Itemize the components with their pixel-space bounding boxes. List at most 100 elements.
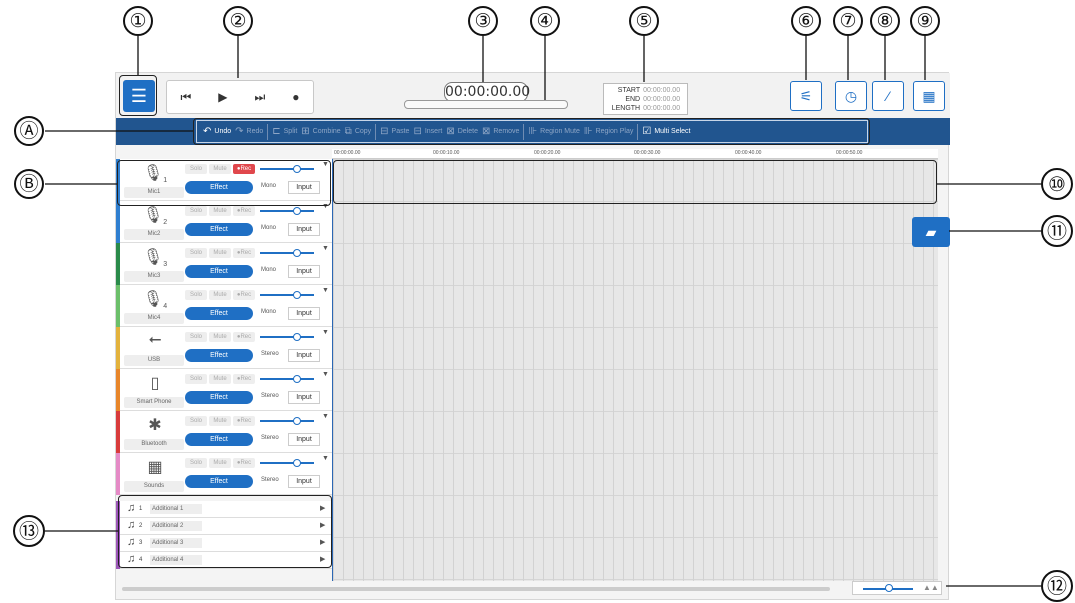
track-name[interactable]: Mic2 xyxy=(124,229,184,240)
record-icon[interactable]: ● xyxy=(292,90,299,104)
rec-button[interactable]: ●Rec xyxy=(233,206,255,216)
input-button[interactable]: Input xyxy=(288,307,320,320)
track-row[interactable]: ▦ Sounds Solo Mute ●Rec ▼ Effect Stereo Input xyxy=(116,453,332,495)
track-name[interactable]: Smart Phone xyxy=(124,397,184,408)
track-color-stripe xyxy=(116,243,120,285)
mixer-icon: ⚟ xyxy=(799,88,813,104)
horizontal-scrollbar[interactable] xyxy=(122,587,830,591)
track-menu-arrow-icon[interactable]: ▼ xyxy=(322,287,329,294)
track-menu-arrow-icon[interactable]: ▼ xyxy=(322,245,329,252)
skip-back-icon[interactable]: ⏮ xyxy=(180,90,191,105)
mute-button[interactable]: Mute xyxy=(209,458,231,468)
volume-knob[interactable] xyxy=(293,375,301,383)
volume-knob[interactable] xyxy=(293,417,301,425)
solo-button[interactable]: Solo xyxy=(185,206,207,216)
play-icon[interactable]: ▶ xyxy=(218,90,227,104)
top-bar: ☰ ⏮ ▶ ⏭ ● 00:00:00.00 START 00:00:00.00 E… xyxy=(116,73,950,118)
clock-icon: ◷ xyxy=(844,88,858,104)
effect-button[interactable]: Effect xyxy=(185,223,253,236)
track-source-icon: 🎙4 xyxy=(142,291,168,311)
start-label: START xyxy=(617,87,641,94)
track-list: 🎙1 Mic1 Solo Mute ●Rec ▼ Effect Mono Input 🎙2 Mic2… xyxy=(116,159,332,495)
track-row[interactable]: 🎙2 Mic2 Solo Mute ●Rec ▼ Effect Mono Input xyxy=(116,201,332,243)
time-ruler[interactable]: 00:00:00.00 00:00:10.00 00:00:20.00 00:0… xyxy=(332,149,938,159)
volume-fader[interactable] xyxy=(260,252,314,254)
input-button[interactable]: Input xyxy=(288,265,320,278)
mute-button[interactable]: Mute xyxy=(209,416,231,426)
zoom-slider[interactable]: ▲▲ xyxy=(852,581,942,595)
mute-button[interactable]: Mute xyxy=(209,374,231,384)
volume-fader[interactable] xyxy=(260,462,314,464)
track-menu-arrow-icon[interactable]: ▼ xyxy=(322,413,329,420)
volume-fader[interactable] xyxy=(260,294,314,296)
mute-button[interactable]: Mute xyxy=(209,248,231,258)
start-value: 00:00:00.00 xyxy=(643,87,681,94)
ruler-tick-label: 00:00:40.00 xyxy=(735,150,762,156)
zoom-knob[interactable] xyxy=(885,584,893,592)
solo-button[interactable]: Solo xyxy=(185,416,207,426)
mute-button[interactable]: Mute xyxy=(209,290,231,300)
sound-pad-button[interactable]: ▦ xyxy=(913,81,945,111)
solo-button[interactable]: Solo xyxy=(185,458,207,468)
effect-button[interactable]: Effect xyxy=(185,349,253,362)
callout-3: ③ xyxy=(468,6,498,36)
highlight-frame xyxy=(119,75,157,116)
track-name[interactable]: Mic3 xyxy=(124,271,184,282)
callout-b: Ⓑ xyxy=(14,169,44,199)
volume-knob[interactable] xyxy=(293,459,301,467)
solo-button[interactable]: Solo xyxy=(185,374,207,384)
effect-button[interactable]: Effect xyxy=(185,475,253,488)
track-row[interactable]: 🎙4 Mic4 Solo Mute ●Rec ▼ Effect Mono Input xyxy=(116,285,332,327)
volume-knob[interactable] xyxy=(293,333,301,341)
track-menu-arrow-icon[interactable]: ▼ xyxy=(322,455,329,462)
volume-fader[interactable] xyxy=(260,336,314,338)
effect-button[interactable]: Effect xyxy=(185,433,253,446)
ruler-tick-label: 00:00:20.00 xyxy=(534,150,561,156)
effect-button[interactable]: Effect xyxy=(185,307,253,320)
timer-button[interactable]: ◷ xyxy=(835,81,867,111)
effect-button[interactable]: Effect xyxy=(185,391,253,404)
skip-forward-icon[interactable]: ⏭ xyxy=(254,90,265,105)
rec-button[interactable]: ●Rec xyxy=(233,248,255,258)
timeline-area[interactable] xyxy=(332,149,938,581)
mute-button[interactable]: Mute xyxy=(209,332,231,342)
track-name[interactable]: Bluetooth xyxy=(124,439,184,450)
rec-button[interactable]: ●Rec xyxy=(233,416,255,426)
solo-button[interactable]: Solo xyxy=(185,248,207,258)
track-color-stripe xyxy=(116,285,120,327)
track-row[interactable]: 🎙3 Mic3 Solo Mute ●Rec ▼ Effect Mono Input xyxy=(116,243,332,285)
track-name[interactable]: Sounds xyxy=(124,481,184,492)
track-name[interactable]: Mic4 xyxy=(124,313,184,324)
rec-button[interactable]: ●Rec xyxy=(233,332,255,342)
input-button[interactable]: Input xyxy=(288,349,320,362)
grid-icon: ▦ xyxy=(922,88,936,104)
rec-button[interactable]: ●Rec xyxy=(233,374,255,384)
input-button[interactable]: Input xyxy=(288,391,320,404)
mute-button[interactable]: Mute xyxy=(209,206,231,216)
edit-mode-button[interactable]: ⁄ xyxy=(872,81,904,111)
mixer-button[interactable]: ⚟ xyxy=(790,81,822,111)
channel-mode: Mono xyxy=(261,309,277,315)
volume-fader[interactable] xyxy=(260,420,314,422)
volume-knob[interactable] xyxy=(293,249,301,257)
volume-fader[interactable] xyxy=(260,378,314,380)
track-row[interactable]: ⭠ USB Solo Mute ●Rec ▼ Effect Stereo Input xyxy=(116,327,332,369)
track-row[interactable]: ✱ Bluetooth Solo Mute ●Rec ▼ Effect Stereo Input xyxy=(116,411,332,453)
input-button[interactable]: Input xyxy=(288,223,320,236)
track-menu-arrow-icon[interactable]: ▼ xyxy=(322,371,329,378)
effect-button[interactable]: Effect xyxy=(185,265,253,278)
input-button[interactable]: Input xyxy=(288,433,320,446)
input-button[interactable]: Input xyxy=(288,475,320,488)
solo-button[interactable]: Solo xyxy=(185,332,207,342)
rec-button[interactable]: ●Rec xyxy=(233,290,255,300)
solo-button[interactable]: Solo xyxy=(185,290,207,300)
volume-fader[interactable] xyxy=(260,210,314,212)
channel-mode: Mono xyxy=(261,267,277,273)
track-menu-arrow-icon[interactable]: ▼ xyxy=(322,329,329,336)
track-row[interactable]: ▯ Smart Phone Solo Mute ●Rec ▼ Effect Stereo Inp… xyxy=(116,369,332,411)
track-name[interactable]: USB xyxy=(124,355,184,366)
file-browser-button[interactable]: ▰ xyxy=(912,217,950,247)
volume-knob[interactable] xyxy=(293,291,301,299)
rec-button[interactable]: ●Rec xyxy=(233,458,255,468)
volume-knob[interactable] xyxy=(293,207,301,215)
